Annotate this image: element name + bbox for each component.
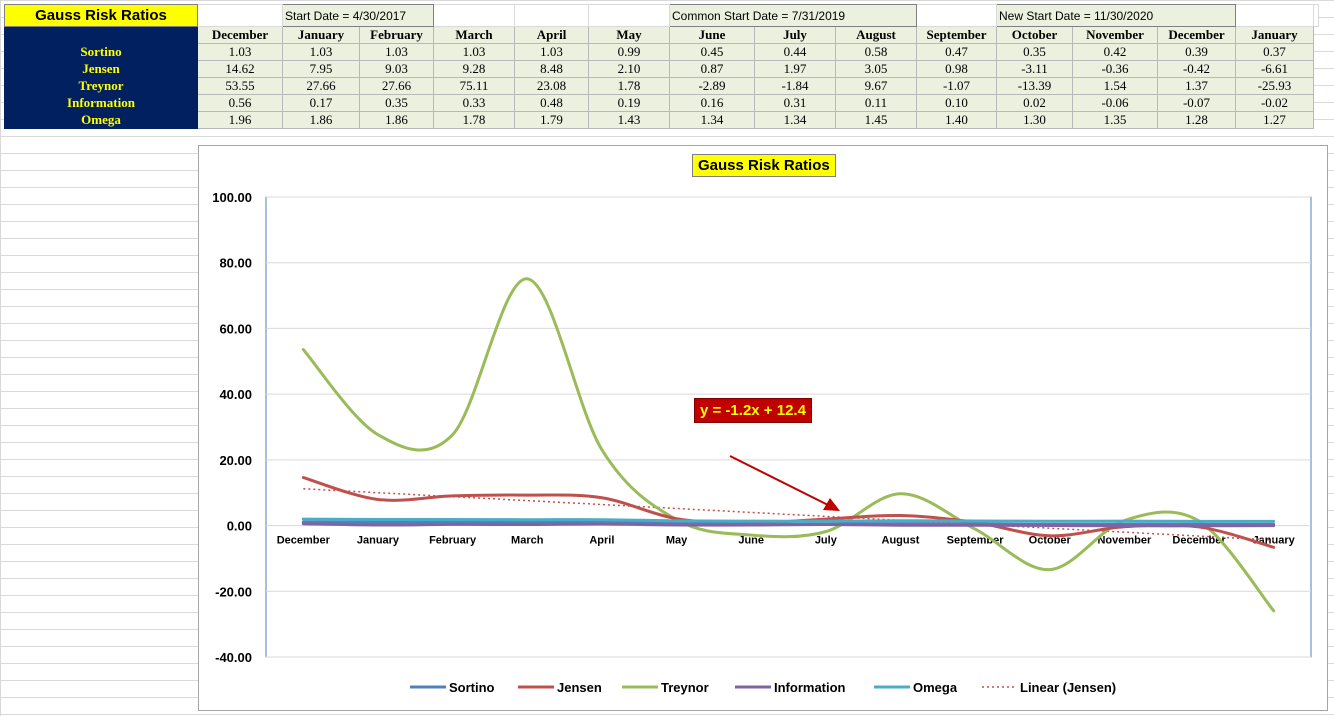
legend-label: Sortino bbox=[449, 680, 495, 695]
trendline-equation-label[interactable]: y = -1.2x + 12.4 bbox=[694, 398, 812, 423]
legend-label: Jensen bbox=[557, 680, 602, 695]
y-tick-label: 0.00 bbox=[227, 519, 252, 534]
y-tick-label: 20.00 bbox=[219, 453, 252, 468]
x-tick-label: July bbox=[815, 535, 838, 547]
chart-title[interactable]: Gauss Risk Ratios bbox=[692, 154, 836, 177]
annotation-arrow-shaft bbox=[729, 455, 831, 507]
x-tick-label: December bbox=[277, 535, 331, 547]
line-chart: 100.00 80.00 60.00 40.00 20.00 0.00 -20.00 -40.… bbox=[212, 190, 1312, 695]
x-tick-label: January bbox=[357, 535, 400, 547]
plot-area-border bbox=[265, 196, 1312, 658]
legend-label: Information bbox=[774, 680, 846, 695]
x-tick-label: January bbox=[1253, 535, 1296, 547]
y-tick-label: -40.00 bbox=[215, 650, 252, 665]
y-tick-label: 60.00 bbox=[219, 321, 252, 336]
y-tick-label: 80.00 bbox=[219, 256, 252, 271]
legend-label: Omega bbox=[913, 680, 958, 695]
x-tick-label: February bbox=[429, 535, 477, 547]
x-tick-label: November bbox=[1097, 535, 1152, 547]
y-tick-label: -20.00 bbox=[215, 584, 252, 599]
x-tick-label: March bbox=[511, 535, 544, 547]
y-tick-label: 100.00 bbox=[212, 190, 252, 205]
x-tick-label: August bbox=[882, 535, 920, 547]
x-tick-label: May bbox=[666, 535, 688, 547]
legend-label: Linear (Jensen) bbox=[1020, 680, 1116, 695]
y-tick-label: 40.00 bbox=[219, 387, 252, 402]
x-tick-label: April bbox=[589, 535, 614, 547]
legend-label: Treynor bbox=[661, 680, 709, 695]
